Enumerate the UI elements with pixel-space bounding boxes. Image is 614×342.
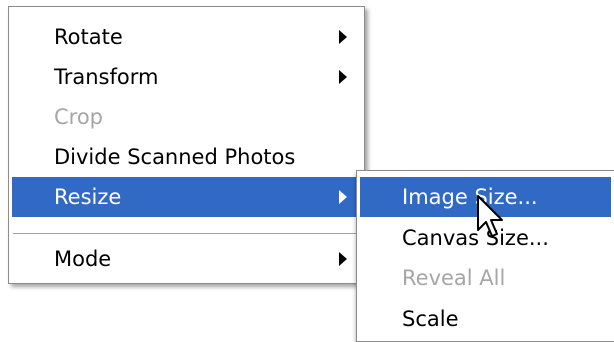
submenu-arrow-icon: [339, 70, 347, 84]
menu-item-label: Resize: [54, 185, 122, 209]
submenu-arrow-icon: [339, 30, 347, 44]
menu-item-crop: Crop: [12, 97, 361, 137]
submenu-item-scale[interactable]: Scale: [360, 299, 611, 339]
submenu-arrow-icon: [339, 190, 347, 204]
menu-item-label: Divide Scanned Photos: [54, 145, 296, 169]
menu-item-label: Crop: [54, 105, 104, 129]
menu-item-transform[interactable]: Transform: [12, 57, 361, 97]
context-menu: Rotate Transform Crop Divide Scanned Pho…: [8, 6, 365, 284]
menu-item-label: Image Size...: [402, 185, 538, 209]
menu-item-resize[interactable]: Resize: [12, 177, 361, 217]
menu-separator: [13, 233, 360, 235]
menu-item-label: Reveal All: [402, 266, 506, 290]
submenu-item-reveal-all: Reveal All: [360, 258, 611, 298]
menu-item-label: Scale: [402, 307, 459, 331]
menu-item-label: Transform: [54, 65, 159, 89]
submenu-arrow-icon: [339, 252, 347, 266]
menu-item-divide-scanned-photos[interactable]: Divide Scanned Photos: [12, 137, 361, 177]
menu-item-rotate[interactable]: Rotate: [12, 17, 361, 57]
arrow-pointer-icon: [477, 195, 503, 237]
menu-item-label: Mode: [54, 247, 112, 271]
menu-item-mode[interactable]: Mode: [12, 239, 361, 279]
menu-item-label: Rotate: [54, 25, 123, 49]
